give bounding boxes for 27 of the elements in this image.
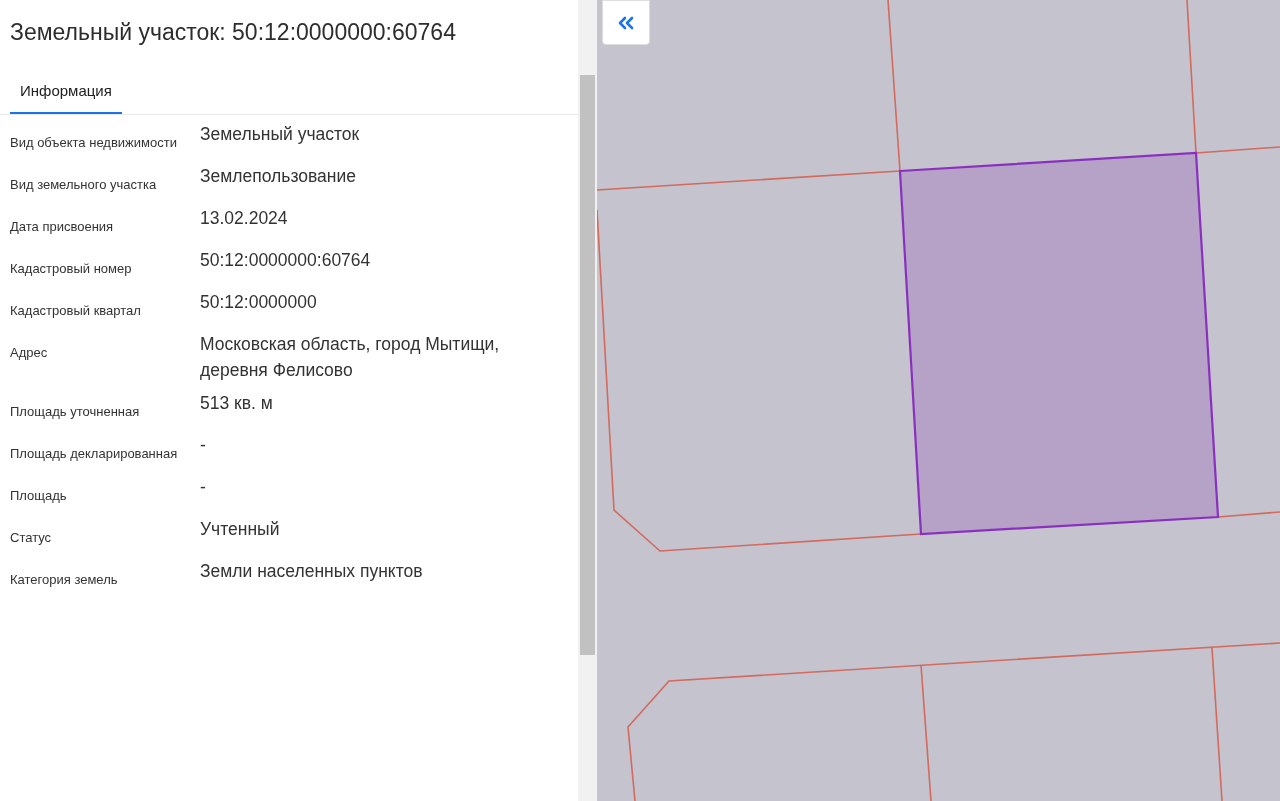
- field-value: 50:12:0000000:60764: [200, 249, 371, 272]
- field-value: Земли населенных пунктов: [200, 560, 423, 583]
- field-label: Категория земель: [10, 571, 119, 589]
- field-label: Дата присвоения: [10, 218, 115, 236]
- info-tab[interactable]: Информация: [10, 81, 122, 114]
- field-value: 50:12:0000000: [200, 291, 317, 314]
- field-value: 513 кв. м: [200, 392, 273, 415]
- field-label: Площадь уточненная: [10, 403, 141, 421]
- scrollbar-track[interactable]: [578, 0, 597, 801]
- field-value: 13.02.2024: [200, 207, 288, 230]
- field-label: Адрес: [10, 344, 49, 362]
- field-label: Площадь декларированная: [10, 445, 178, 463]
- field-value: Земельный участок: [200, 123, 360, 146]
- field-value: Московская область, город Мытищи, деревня Фелисово: [200, 333, 501, 382]
- collapse-panel-button[interactable]: [602, 0, 650, 45]
- parcel-title: Земельный участок: 50:12:0000000:60764: [9, 18, 457, 47]
- field-label: Кадастровый номер: [10, 260, 133, 278]
- field-label: Вид объекта недвижимости: [10, 134, 178, 152]
- field-label: Статус: [10, 529, 53, 547]
- field-value: Учтенный: [200, 518, 280, 541]
- field-value: -: [200, 434, 206, 457]
- scrollbar-thumb[interactable]: [580, 75, 595, 655]
- field-label: Вид земельного участка: [10, 176, 158, 194]
- field-value: -: [200, 476, 206, 499]
- field-label: Площадь: [10, 487, 68, 505]
- field-value: Землепользование: [200, 165, 356, 188]
- field-label: Кадастровый квартал: [10, 302, 142, 320]
